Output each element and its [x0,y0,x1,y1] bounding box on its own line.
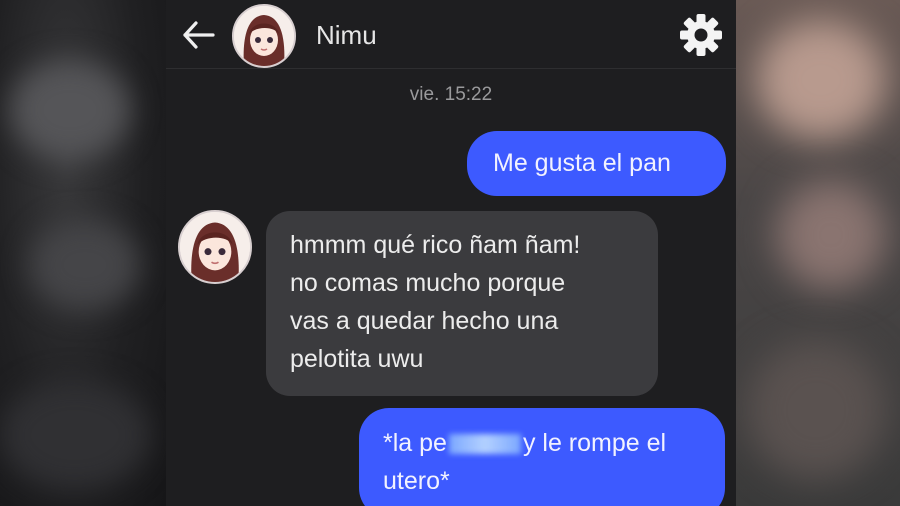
message-line: no comas mucho porque [290,269,566,297]
chat-screen: Nimu vie. 15:22 Me gusta el pan hmmm qué… [166,0,736,506]
outgoing-message[interactable]: Me gusta el pan [467,131,726,196]
message-timestamp: vie. 15:22 [409,84,493,105]
contact-avatar[interactable] [232,4,296,68]
chat-header: Nimu [166,0,736,69]
message-line: pelotita uwu [290,345,424,373]
avatar-illustration [180,212,250,282]
avatar-illustration [234,6,294,66]
blurred-left-panel [0,0,166,506]
message-text: *la pe [383,429,447,457]
incoming-message[interactable]: hmmm qué rico ñam ñam! no comas mucho po… [266,211,658,396]
gear-icon [680,14,722,56]
arrow-left-icon [183,21,215,49]
settings-button[interactable] [678,12,724,58]
message-line: utero* [383,467,450,495]
sender-avatar[interactable] [178,210,252,284]
blurred-right-panel [736,0,900,506]
back-button[interactable] [180,16,218,54]
contact-name[interactable]: Nimu [316,20,377,51]
message-text: Me gusta el pan [493,149,671,177]
message-line: hmmm qué rico ñam ñam! [290,231,581,259]
message-text: y le rompe el [522,429,667,457]
censor-blur [448,434,521,455]
message-line: vas a quedar hecho una [290,307,559,335]
message-line: *la pe y le rompe el [383,424,715,462]
outgoing-message[interactable]: *la pe y le rompe el utero* [359,408,725,506]
